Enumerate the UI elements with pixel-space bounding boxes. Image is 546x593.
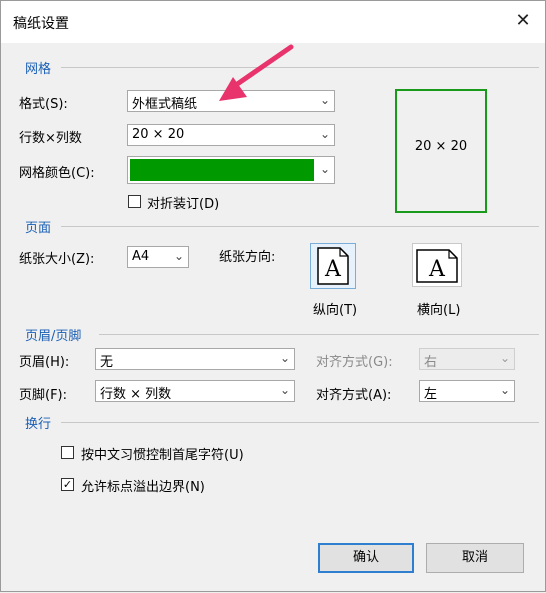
header-select[interactable]: 无 ⌄ — [95, 348, 295, 370]
grid-preview-text: 20 × 20 — [414, 139, 468, 154]
format-label: 格式(S): — [19, 97, 68, 112]
section-header-footer-title: 页眉/页脚 — [25, 329, 82, 344]
chevron-down-icon: ⌄ — [173, 249, 184, 263]
dialog-title: 稿纸设置 — [13, 16, 69, 32]
grid-color-select[interactable]: ⌄ — [127, 156, 335, 184]
ok-button[interactable]: 确认 — [318, 543, 414, 573]
cjk-line-break-label: 按中文习惯控制首尾字符(U) — [81, 448, 244, 463]
grid-color-swatch — [130, 159, 314, 181]
fold-binding-checkbox[interactable] — [128, 195, 141, 208]
chevron-down-icon: ⌄ — [319, 162, 330, 176]
grid-preview: 20 × 20 — [395, 89, 487, 213]
chevron-down-icon: ⌄ — [499, 351, 510, 365]
rowcol-value: 20 × 20 — [132, 127, 185, 142]
grid-color-label: 网格颜色(C): — [19, 166, 95, 181]
landscape-label: 横向(L) — [417, 303, 461, 318]
header-value: 无 — [100, 355, 114, 370]
footer-label: 页脚(F): — [19, 388, 68, 403]
landscape-option[interactable]: A — [412, 243, 462, 287]
title-bar: 稿纸设置 ✕ — [1, 1, 545, 43]
section-wrap-divider — [61, 422, 539, 423]
footer-align-select[interactable]: 左 ⌄ — [419, 380, 515, 402]
fold-binding-label: 对折装订(D) — [147, 197, 220, 212]
cjk-line-break-checkbox[interactable] — [61, 446, 74, 459]
chevron-down-icon: ⌄ — [499, 383, 510, 397]
header-align-select: 右 ⌄ — [419, 348, 515, 370]
section-grid-divider — [61, 67, 539, 68]
orientation-label: 纸张方向: — [219, 250, 276, 265]
paper-size-label: 纸张大小(Z): — [19, 252, 95, 267]
section-header-footer-divider — [99, 334, 539, 335]
portrait-option[interactable]: A — [310, 243, 356, 289]
footer-value: 行数 × 列数 — [100, 387, 172, 402]
paper-size-select[interactable]: A4 ⌄ — [127, 246, 189, 268]
chevron-down-icon: ⌄ — [279, 383, 290, 397]
svg-text:A: A — [324, 257, 342, 282]
portrait-page-icon: A — [317, 247, 349, 285]
section-page-title: 页面 — [25, 221, 52, 236]
header-align-value: 右 — [424, 355, 438, 370]
rowcol-label: 行数×列数 — [19, 131, 82, 146]
chevron-down-icon: ⌄ — [319, 93, 330, 107]
header-label: 页眉(H): — [19, 355, 70, 370]
close-icon[interactable]: ✕ — [511, 9, 535, 33]
chevron-down-icon: ⌄ — [279, 351, 290, 365]
punctuation-overflow-checkbox[interactable]: ✓ — [61, 478, 74, 491]
chevron-down-icon: ⌄ — [319, 127, 330, 141]
section-wrap-title: 换行 — [25, 417, 52, 432]
cancel-button[interactable]: 取消 — [426, 543, 524, 573]
rowcol-select[interactable]: 20 × 20 ⌄ — [127, 124, 335, 146]
format-select[interactable]: 外框式稿纸 ⌄ — [127, 90, 335, 112]
section-grid-title: 网格 — [25, 62, 52, 77]
footer-align-value: 左 — [424, 387, 438, 402]
dialog-window: 稿纸设置 ✕ 网格 格式(S): 外框式稿纸 ⌄ 行数×列数 20 × 20 ⌄… — [0, 0, 546, 592]
footer-align-label: 对齐方式(A): — [316, 388, 392, 403]
section-page-divider — [61, 226, 539, 227]
svg-text:A: A — [428, 257, 446, 282]
punctuation-overflow-label: 允许标点溢出边界(N) — [81, 480, 205, 495]
paper-size-value: A4 — [132, 249, 150, 264]
format-value: 外框式稿纸 — [132, 97, 198, 112]
portrait-label: 纵向(T) — [313, 303, 358, 318]
header-align-label: 对齐方式(G): — [316, 355, 393, 370]
landscape-page-icon: A — [416, 249, 458, 283]
footer-select[interactable]: 行数 × 列数 ⌄ — [95, 380, 295, 402]
